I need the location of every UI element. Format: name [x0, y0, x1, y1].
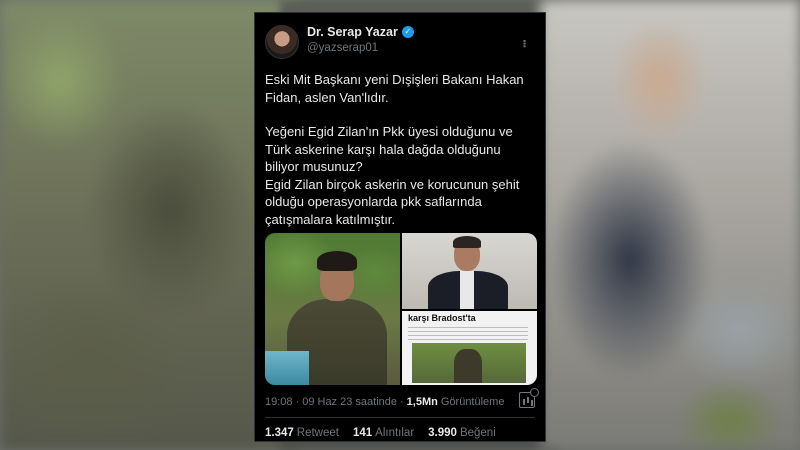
media-image-portrait[interactable] [402, 233, 537, 309]
tweet-time[interactable]: 19:08 [265, 396, 293, 408]
views-count: 1,5Mn [406, 396, 438, 408]
more-options-icon[interactable]: ··· [517, 35, 533, 51]
analytics-icon[interactable] [519, 388, 539, 408]
tweet-paragraph: Egid Zilan birçok askerin ve korucunun ş… [265, 176, 520, 227]
retweets-label: Retweet [296, 427, 339, 439]
verified-badge-icon: ✓ [401, 26, 414, 38]
blurred-photo-right [540, 0, 800, 450]
likes-label: Beğeni [459, 427, 496, 439]
likes-count: 3.990 [428, 427, 457, 439]
quotes-count: 141 [352, 427, 373, 439]
tweet-media-grid: karşı Bradost'ta [265, 233, 537, 385]
tweet-date[interactable]: 09 Haz 23 saatinde [302, 396, 397, 408]
tweet-meta: 19:08 · 09 Haz 23 saatinde · 1,5Mn Görün… [265, 388, 539, 410]
author-handle[interactable]: @yazserap01 [307, 42, 378, 54]
tweet-paragraph: Eski Mit Başkanı yeni Dışişleri Bakanı H… [265, 72, 524, 105]
quotes-label: Alıntılar [375, 427, 415, 439]
retweets-count: 1.347 [265, 427, 294, 439]
article-headline: karşı Bradost'ta [408, 313, 476, 323]
media-image-soldier[interactable] [265, 233, 400, 385]
media-image-article[interactable]: karşı Bradost'ta [402, 311, 537, 385]
quotes-stat[interactable]: 141 Alıntılar [353, 427, 414, 439]
tweet-card: Dr. Serap Yazar ✓ @yazserap01 ··· Eski M… [254, 12, 546, 442]
retweets-stat[interactable]: 1.347 Retweet [265, 427, 339, 439]
tweet-stats: 1.347 Retweet 141 Alıntılar 3.990 Beğeni [265, 427, 537, 439]
divider [265, 417, 535, 418]
author-display-name[interactable]: Dr. Serap Yazar [307, 25, 398, 39]
tweet-text: Eski Mit Başkanı yeni Dışişleri Bakanı H… [265, 71, 537, 228]
tweet-paragraph: Yeğeni Egid Zilan'ın Pkk üyesi olduğunu … [265, 124, 513, 174]
avatar[interactable] [265, 25, 299, 59]
views-label: Görüntüleme [440, 396, 505, 408]
media-right-column: karşı Bradost'ta [402, 233, 537, 385]
author-name-row: Dr. Serap Yazar ✓ [307, 25, 414, 39]
likes-stat[interactable]: 3.990 Beğeni [428, 427, 496, 439]
tweet-header: Dr. Serap Yazar ✓ @yazserap01 ··· [265, 25, 535, 61]
